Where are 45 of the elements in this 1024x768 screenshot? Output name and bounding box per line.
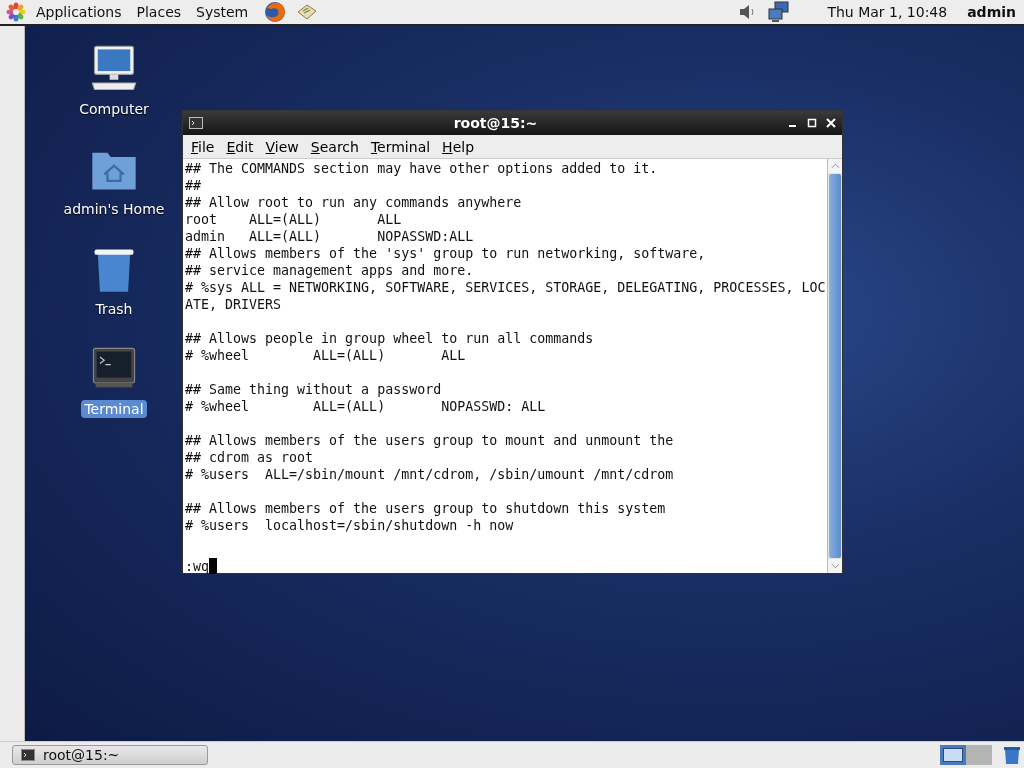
terminal-line: # %wheel ALL=(ALL) ALL [185,347,467,364]
terminal-line: ## service management apps and more. [185,262,475,279]
menu-item[interactable]: Help [436,138,481,155]
panel-menu[interactable]: System [196,4,249,20]
panel-menu[interactable]: Applications [36,4,122,20]
command-text: :wq [185,558,210,575]
terminal-line: # %users ALL=/sbin/mount /mnt/cdrom, /sbin/umount /mnt/cdrom [185,466,675,483]
terminal-line: # %users localhost=/sbin/shutdown -h now [185,517,515,534]
terminal-line: ## Allows people in group wheel to run all commands [185,330,595,347]
network-icon[interactable] [767,0,792,24]
menu-item[interactable]: File [185,138,221,155]
panel-menu[interactable]: Places [136,4,182,20]
terminal-line: ## Same thing without a password [185,381,443,398]
maximize-icon[interactable] [807,118,817,128]
terminal-line: # %sys ALL = NETWORKING, SOFTWARE, SERVICES, STORAGE, DELEGATING, PROCESSES, LOC [185,279,827,296]
icon-label[interactable]: admin's Home [60,200,168,218]
icon-label[interactable]: Computer [76,100,152,118]
menu-item[interactable]: Edit [220,138,260,155]
clock[interactable]: Thu Mar 1, 10:48 [827,4,948,20]
menu-item[interactable]: Terminal [364,138,437,155]
user-name[interactable]: admin [967,4,1016,20]
terminal-line: # %wheel ALL=(ALL) NOPASSWD: ALL [185,398,547,415]
trash-icon[interactable] [1002,745,1022,765]
terminal-icon [189,117,203,129]
flower-logo-icon[interactable] [6,2,26,22]
menu-item[interactable]: Search [304,138,365,155]
menu-item[interactable]: View [259,138,305,155]
terminal-line: ## [185,177,202,194]
terminal-line: ## Allow root to run any commands anywhere [185,194,523,211]
text-cursor [209,558,218,574]
terminal-icon [21,749,35,761]
terminal-line: ATE, DRIVERS [185,296,283,313]
terminal-line: ## Allows members of the users group to shutdown this system [185,500,667,517]
terminal-line: ## Allows members of the 'sys' group to run networking, software, [185,245,707,262]
terminal-line: root ALL=(ALL) ALL [185,211,403,228]
terminal-line: ## cdrom as root [185,449,315,466]
terminal-line: ## Allows members of the users group to mount and unmount the [185,432,675,449]
icon-label[interactable]: Trash [92,300,136,318]
icon-label[interactable]: Terminal [81,400,147,418]
window-title: root@15:~ [452,115,539,131]
task-button[interactable]: root@15:~ [12,745,208,765]
workspace-button[interactable] [940,745,966,765]
terminal-line: ## The COMMANDS section may have other options added to it. [185,160,659,177]
close-icon[interactable] [826,118,836,128]
terminal-line: admin ALL=(ALL) NOPASSWD:ALL [185,228,475,245]
